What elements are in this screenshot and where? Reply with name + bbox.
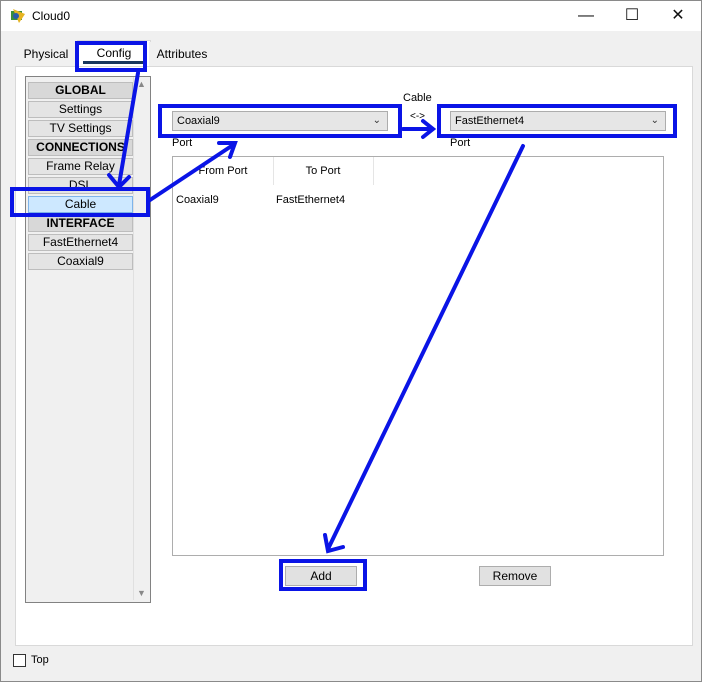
row-to-port: FastEthernet4 <box>276 194 346 206</box>
sidebar-header-interface: INTERFACE <box>28 215 133 232</box>
sidebar-item-cable[interactable]: Cable <box>28 196 133 213</box>
cable-heading: Cable <box>403 92 432 104</box>
sidebar-item-settings[interactable]: Settings <box>28 101 133 118</box>
active-tab-underline <box>83 61 145 64</box>
sidebar-item-fastethernet4[interactable]: FastEthernet4 <box>28 234 133 251</box>
tab-config-label: Config <box>96 46 132 60</box>
tab-physical[interactable]: Physical <box>15 42 77 66</box>
to-port-select[interactable]: FastEthernet4 ⌄ <box>450 111 666 131</box>
sidebar-item-frame-relay[interactable]: Frame Relay <box>28 158 133 175</box>
sidebar-list: GLOBAL Settings TV Settings CONNECTIONS … <box>27 78 133 599</box>
to-port-label: Port <box>450 137 471 149</box>
from-port-value: Coaxial9 <box>177 115 220 127</box>
close-button[interactable]: ✕ <box>655 1 701 31</box>
scroll-down-icon[interactable]: ▼ <box>137 588 146 598</box>
sidebar-item-dsl[interactable]: DSL <box>28 177 133 194</box>
tab-attributes[interactable]: Attributes <box>149 42 215 66</box>
column-header-from-port[interactable]: From Port <box>173 157 274 185</box>
title-bar: Cloud0 — ☐ ✕ <box>1 1 701 31</box>
scroll-up-icon[interactable]: ▲ <box>137 79 146 89</box>
add-button[interactable]: Add <box>285 566 357 586</box>
from-port-label: Port <box>172 137 193 149</box>
sidebar-scrollbar[interactable]: ▲ ▼ <box>133 77 150 600</box>
maximize-button[interactable]: ☐ <box>609 1 655 31</box>
tab-config[interactable]: Config <box>77 40 151 67</box>
to-port-value: FastEthernet4 <box>455 115 525 127</box>
top-label: Top <box>31 654 49 666</box>
row-from-port: Coaxial9 <box>176 194 219 206</box>
connections-table: From Port To Port Coaxial9 FastEthernet4 <box>172 156 664 556</box>
remove-button[interactable]: Remove <box>479 566 551 586</box>
dialog-window: Cloud0 — ☐ ✕ Physical Config Attributes … <box>0 0 702 682</box>
cable-link-symbol: <-> <box>410 111 426 122</box>
top-checkbox[interactable] <box>13 654 26 667</box>
minimize-button[interactable]: — <box>563 1 609 31</box>
chevron-down-icon: ⌄ <box>372 115 381 126</box>
from-port-select[interactable]: Coaxial9 ⌄ <box>172 111 388 131</box>
sidebar-header-connections: CONNECTIONS <box>28 139 133 156</box>
sidebar-item-coaxial9[interactable]: Coaxial9 <box>28 253 133 270</box>
sidebar-header-global: GLOBAL <box>28 82 133 99</box>
window-title: Cloud0 <box>32 9 71 23</box>
column-header-to-port[interactable]: To Port <box>273 157 374 185</box>
sidebar-item-tv-settings[interactable]: TV Settings <box>28 120 133 137</box>
sidebar: GLOBAL Settings TV Settings CONNECTIONS … <box>25 76 151 603</box>
cloud-app-icon <box>11 9 25 23</box>
chevron-down-icon: ⌄ <box>650 115 659 126</box>
